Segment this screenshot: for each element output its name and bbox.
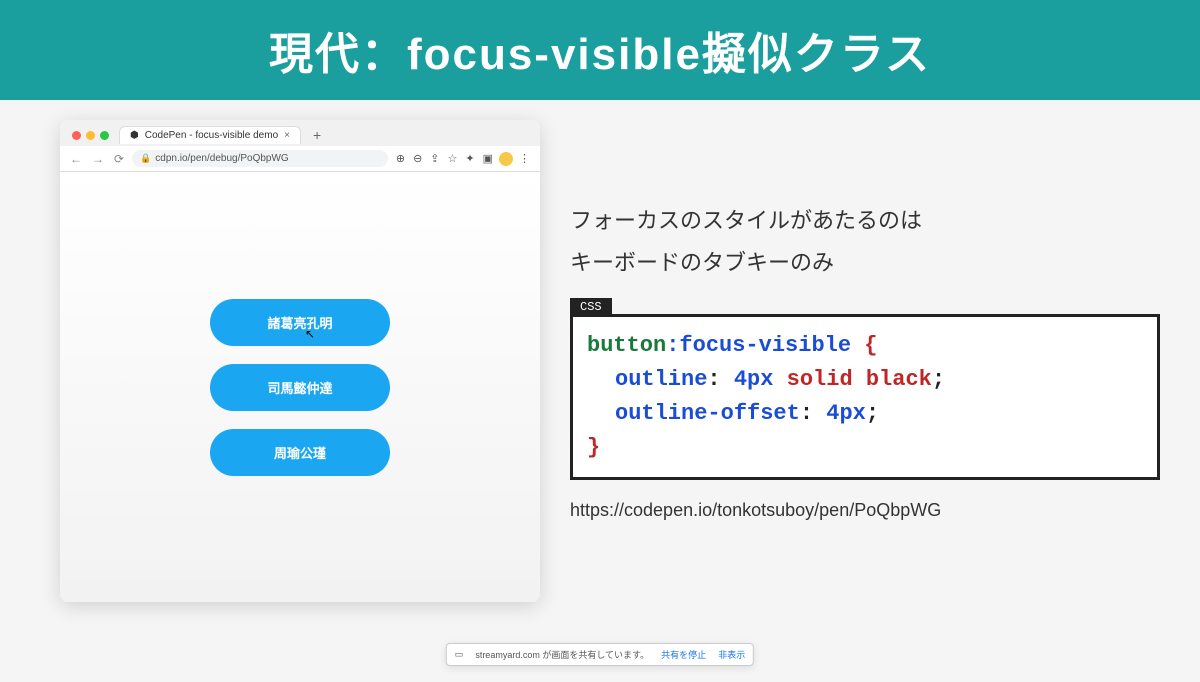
page-content: ↖ 諸葛亮孔明 司馬懿仲達 周瑜公瑾 bbox=[60, 172, 540, 602]
close-dot-icon[interactable] bbox=[72, 131, 81, 140]
browser-tab[interactable]: ⬢ CodePen - focus-visible demo × bbox=[119, 126, 301, 144]
address-bar[interactable]: 🔒 cdpn.io/pen/debug/PoQbpWG bbox=[132, 150, 388, 167]
cursor-icon: ↖ bbox=[305, 327, 315, 341]
browser-chrome: ⬢ CodePen - focus-visible demo × + ← → ⟳… bbox=[60, 120, 540, 172]
tab-title: CodePen - focus-visible demo bbox=[145, 130, 278, 141]
share-message: streamyard.com が画面を共有しています。 bbox=[475, 648, 649, 661]
forward-icon[interactable]: → bbox=[90, 152, 106, 166]
translate-icon[interactable]: ⊕ bbox=[394, 152, 407, 166]
lock-icon: 🔒 bbox=[140, 153, 151, 164]
description-text: フォーカスのスタイルがあたるのは キーボードのタブキーのみ bbox=[570, 200, 1160, 284]
extensions-icon[interactable]: ✦ bbox=[463, 152, 476, 166]
minimize-dot-icon[interactable] bbox=[86, 131, 95, 140]
stop-sharing-button[interactable]: 共有を停止 bbox=[661, 648, 706, 661]
demo-button-2[interactable]: 司馬懿仲達 bbox=[210, 364, 390, 411]
new-tab-button[interactable]: + bbox=[307, 127, 327, 143]
share-arrow-icon: ▭ bbox=[455, 649, 464, 660]
zoom-icon[interactable]: ⊖ bbox=[411, 152, 424, 166]
demo-button-3[interactable]: 周瑜公瑾 bbox=[210, 429, 390, 476]
zoom-dot-icon[interactable] bbox=[100, 131, 109, 140]
avatar-icon[interactable] bbox=[499, 152, 513, 166]
devices-icon[interactable]: ▣ bbox=[481, 152, 495, 166]
back-icon[interactable]: ← bbox=[68, 152, 84, 166]
slide-title: 現代：focus-visible擬似クラス bbox=[0, 0, 1200, 100]
code-block: CSS button:focus-visible { outline: 4px … bbox=[570, 314, 1160, 480]
codepen-icon: ⬢ bbox=[130, 130, 139, 141]
code-content: button:focus-visible { outline: 4px soli… bbox=[570, 314, 1160, 480]
browser-window: ⬢ CodePen - focus-visible demo × + ← → ⟳… bbox=[60, 120, 540, 602]
slide-body: ⬢ CodePen - focus-visible demo × + ← → ⟳… bbox=[0, 100, 1200, 682]
screen-share-bar: ▭ streamyard.com が画面を共有しています。 共有を停止 非表示 bbox=[446, 643, 754, 666]
hide-button[interactable]: 非表示 bbox=[718, 648, 745, 661]
reload-icon[interactable]: ⟳ bbox=[112, 152, 126, 166]
source-url: https://codepen.io/tonkotsuboy/pen/PoQbp… bbox=[570, 500, 1160, 521]
address-text: cdpn.io/pen/debug/PoQbpWG bbox=[155, 153, 288, 164]
demo-button-1[interactable]: 諸葛亮孔明 bbox=[210, 299, 390, 346]
code-language-label: CSS bbox=[570, 298, 612, 316]
close-icon[interactable]: × bbox=[284, 130, 290, 141]
traffic-lights bbox=[68, 131, 113, 140]
bookmark-icon[interactable]: ☆ bbox=[446, 152, 460, 166]
menu-icon[interactable]: ⋮ bbox=[517, 152, 532, 166]
share-icon[interactable]: ⇪ bbox=[428, 152, 441, 166]
